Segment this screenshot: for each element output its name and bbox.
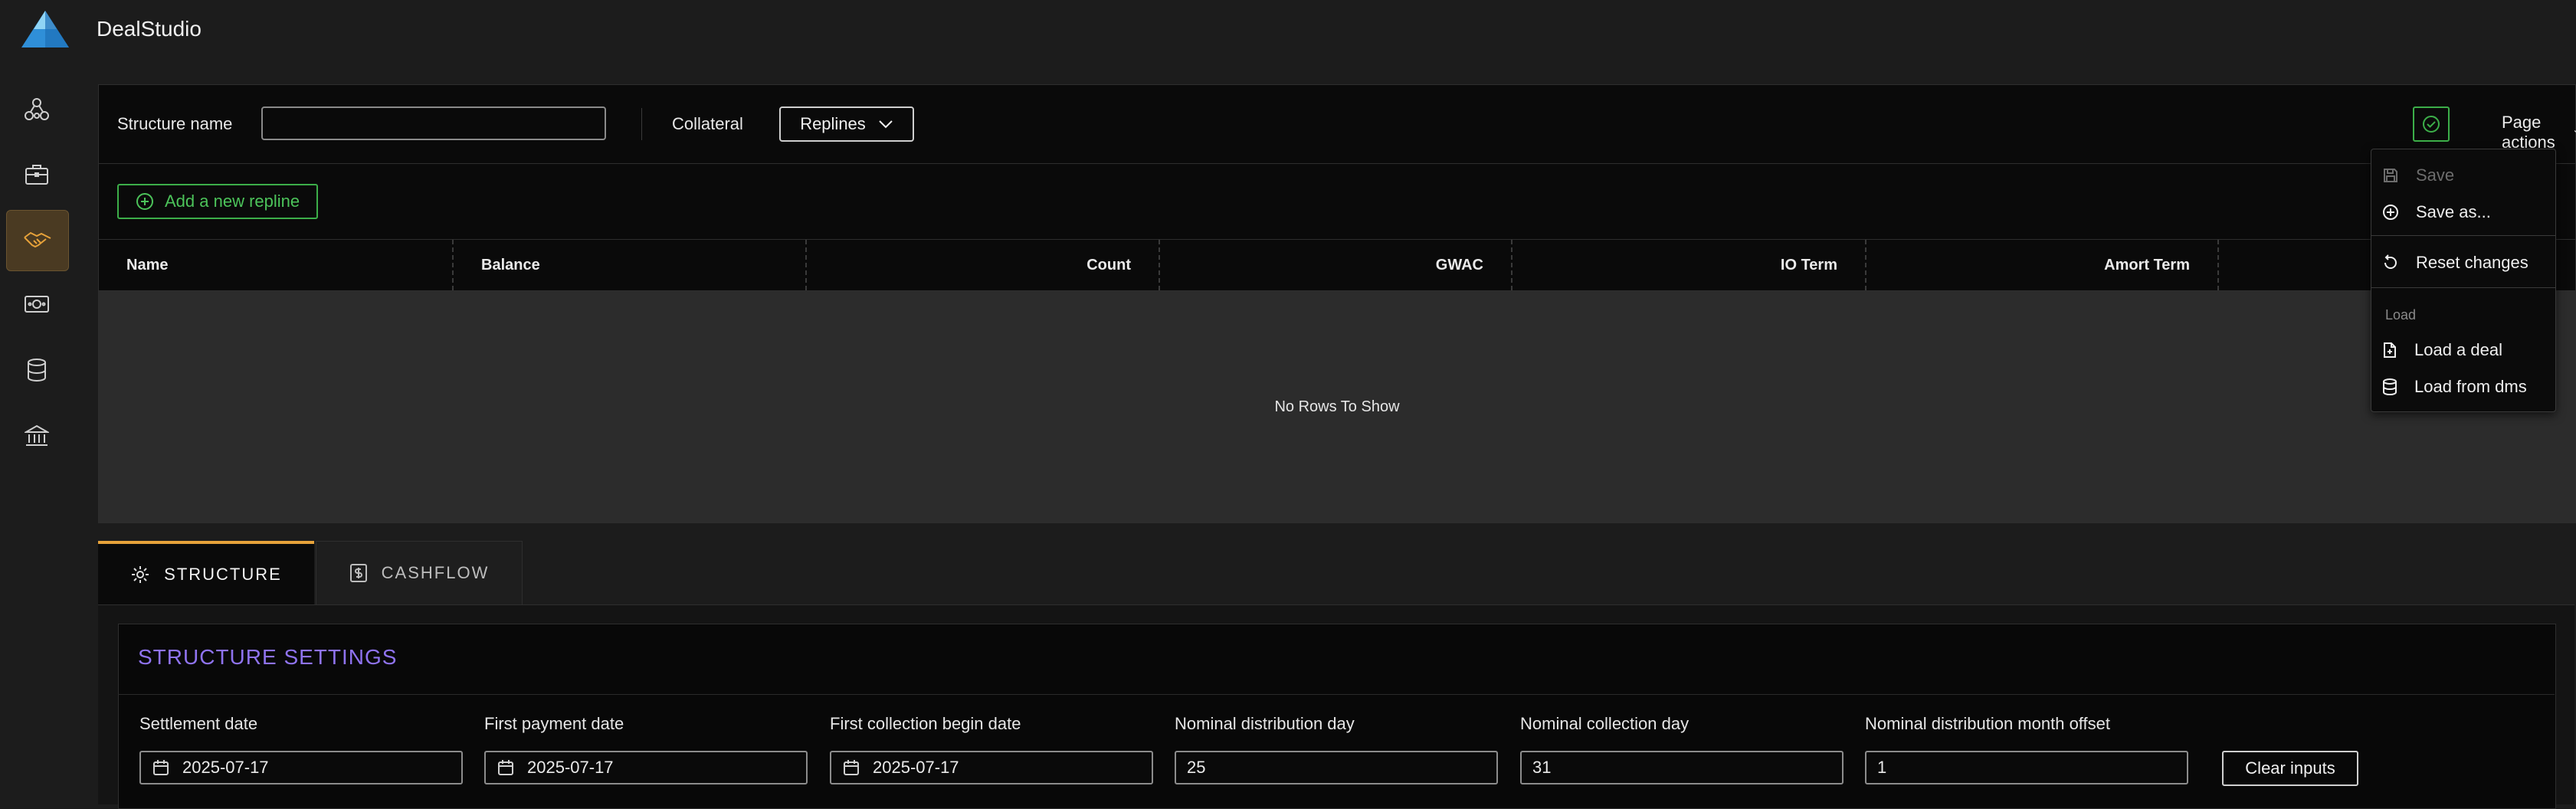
sidebar-item-deals[interactable] (6, 210, 69, 271)
nominal-collection-day-value: 31 (1532, 758, 1552, 777)
menu-item-load-deal-label: Load a deal (2414, 340, 2502, 359)
network-icon (25, 98, 49, 120)
nominal-collection-day-label: Nominal collection day (1520, 714, 1689, 733)
database-icon (2383, 378, 2397, 395)
first-collection-date-field[interactable]: 2025-07-17 (830, 751, 1153, 784)
structure-name-label: Structure name (117, 114, 233, 133)
tab-cashflow-label: CASHFLOW (381, 563, 490, 582)
column-header-amort-term[interactable]: Amort Term (1866, 240, 2219, 290)
tab-cashflow[interactable]: CASHFLOW (316, 541, 523, 605)
dollar-icon (349, 564, 367, 582)
file-icon (2384, 342, 2396, 358)
add-repline-button[interactable]: Add a new repline (117, 184, 319, 219)
tab-structure-label: STRUCTURE (164, 565, 282, 584)
menu-item-load-deal[interactable]: Load a deal (2371, 333, 2555, 367)
gear-icon (132, 566, 149, 583)
first-payment-date-value: 2025-07-17 (527, 758, 614, 777)
settings-divider (118, 694, 2555, 695)
menu-item-save-as-label: Save as... (2416, 202, 2491, 221)
page-actions-button[interactable]: Page actions (2502, 113, 2576, 152)
column-header-count[interactable]: Count (807, 240, 1160, 290)
app-logo[interactable] (20, 9, 70, 49)
plus-circle-icon (136, 193, 153, 210)
sidebar-item-data[interactable] (6, 340, 67, 400)
nominal-collection-day-field[interactable]: 31 (1520, 751, 1844, 784)
menu-item-load-dms-label: Load from dms (2414, 377, 2527, 396)
calendar-icon (844, 760, 859, 775)
menu-item-reset-changes[interactable]: Reset changes (2371, 246, 2555, 280)
menu-item-save-as[interactable]: Save as... (2371, 195, 2555, 229)
toolbar-divider (641, 108, 642, 140)
plus-circle-icon (2383, 205, 2398, 220)
column-header-name[interactable]: Name (99, 240, 454, 290)
sidebar-item-cash[interactable] (6, 274, 67, 334)
menu-item-reset-label: Reset changes (2416, 253, 2528, 272)
handshake-icon (24, 231, 51, 248)
clear-inputs-button[interactable]: Clear inputs (2222, 751, 2358, 786)
nominal-distribution-month-offset-label: Nominal distribution month offset (1865, 714, 2110, 733)
settlement-date-field[interactable]: 2025-07-17 (139, 751, 463, 784)
nominal-distribution-day-value: 25 (1187, 758, 1206, 777)
replines-actions-bar: Add a new repline (98, 164, 2576, 239)
sidebar-item-network[interactable] (6, 80, 67, 139)
sidebar-item-portfolio[interactable] (6, 144, 67, 204)
settlement-date-label: Settlement date (139, 714, 258, 733)
first-payment-date-field[interactable]: 2025-07-17 (484, 751, 808, 784)
undo-icon (2384, 254, 2397, 269)
save-icon (2384, 169, 2397, 182)
empty-grid-message: No Rows To Show (1274, 398, 1400, 415)
sidebar-item-bank[interactable] (6, 406, 67, 466)
first-payment-date-label: First payment date (484, 714, 624, 733)
bank-icon (25, 424, 49, 446)
nominal-distribution-day-field[interactable]: 25 (1175, 751, 1498, 784)
menu-separator (2371, 235, 2555, 236)
calendar-icon (498, 760, 513, 775)
column-header-io-term[interactable]: IO Term (1512, 240, 1866, 290)
menu-separator (2371, 287, 2555, 288)
column-header-balance[interactable]: Balance (454, 240, 807, 290)
first-collection-date-label: First collection begin date (830, 714, 1021, 733)
collateral-selected: Replines (800, 114, 866, 133)
structure-settings-title: STRUCTURE SETTINGS (138, 645, 398, 669)
validate-button[interactable] (2413, 106, 2450, 142)
app-title: DealStudio (97, 17, 202, 41)
tab-structure[interactable]: STRUCTURE (98, 541, 314, 605)
structure-toolbar: Structure name Collateral Replines Page … (98, 84, 2576, 164)
chevron-down-icon (879, 120, 893, 129)
replines-grid-header: Name Balance Count GWAC IO Term Amort Te… (98, 239, 2576, 292)
collateral-dropdown[interactable]: Replines (779, 106, 914, 142)
briefcase-icon (25, 165, 48, 185)
menu-item-save[interactable]: Save (2371, 159, 2555, 192)
check-circle-icon (2423, 116, 2440, 133)
database-icon (28, 359, 46, 382)
nominal-distribution-month-offset-field[interactable]: 1 (1865, 751, 2188, 784)
cash-icon (25, 296, 49, 313)
menu-item-save-label: Save (2416, 165, 2455, 185)
collateral-label: Collateral (672, 114, 743, 133)
calendar-icon (153, 760, 169, 775)
menu-item-load-dms[interactable]: Load from dms (2371, 370, 2555, 404)
column-header-gwac[interactable]: GWAC (1160, 240, 1512, 290)
nominal-distribution-day-label: Nominal distribution day (1175, 714, 1355, 733)
replines-grid-body: No Rows To Show (98, 290, 2576, 523)
page-actions-label: Page actions (2502, 113, 2555, 152)
structure-name-input[interactable] (261, 106, 606, 140)
add-repline-label: Add a new repline (165, 192, 300, 211)
settlement-date-value: 2025-07-17 (182, 758, 269, 777)
menu-heading-load: Load (2385, 307, 2417, 323)
first-collection-date-value: 2025-07-17 (873, 758, 959, 777)
page-actions-menu: Save Save as... Reset changes Load Load … (2371, 149, 2556, 412)
nominal-distribution-month-offset-value: 1 (1877, 758, 1887, 777)
